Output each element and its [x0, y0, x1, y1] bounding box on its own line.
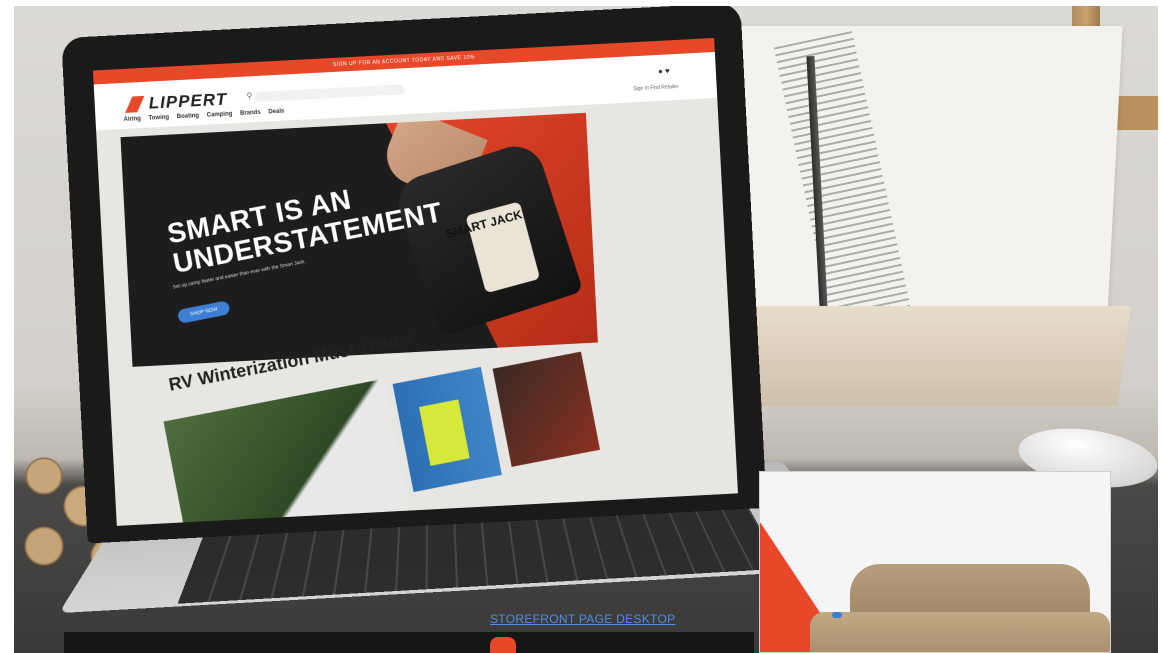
nav-item[interactable]: Boating: [177, 113, 200, 120]
search-icon[interactable]: ⚲: [246, 91, 252, 100]
hero-banner: SMART JACK SMART IS AN UNDERSTATEMENT Se…: [120, 112, 598, 367]
nav-item[interactable]: Brands: [240, 110, 261, 117]
search-input[interactable]: [254, 84, 405, 103]
bottom-preview: [64, 632, 754, 653]
storefront-caption-link[interactable]: STOREFRONT PAGE DESKTOP: [490, 612, 675, 626]
product-card[interactable]: [163, 378, 410, 526]
site-logo[interactable]: LIPPERT: [148, 90, 227, 114]
console-light: [832, 612, 842, 618]
recliner-seat: [810, 612, 1110, 652]
account-icon[interactable]: ● ♥: [658, 66, 670, 76]
shop-now-button[interactable]: SHOP NOW: [176, 300, 231, 324]
lippert-logo-icon: [124, 96, 145, 113]
utility-links[interactable]: Sign In Find Retailer: [633, 84, 679, 92]
laptop-lid: SIGN UP FOR AN ACCOUNT TODAY AND SAVE 10…: [61, 6, 767, 544]
nav-item[interactable]: Camping: [207, 111, 233, 118]
nav-item[interactable]: Towing: [148, 115, 169, 122]
recliner-inset-image: [759, 471, 1111, 653]
nav-item[interactable]: Deals: [268, 109, 284, 116]
wooden-stand: [736, 306, 1132, 406]
nav-item[interactable]: Airing: [123, 116, 141, 123]
product-card[interactable]: [492, 351, 601, 467]
bottom-preview-chip: [490, 637, 516, 653]
laptop-screen: SIGN UP FOR AN ACCOUNT TODAY AND SAVE 10…: [92, 37, 738, 526]
